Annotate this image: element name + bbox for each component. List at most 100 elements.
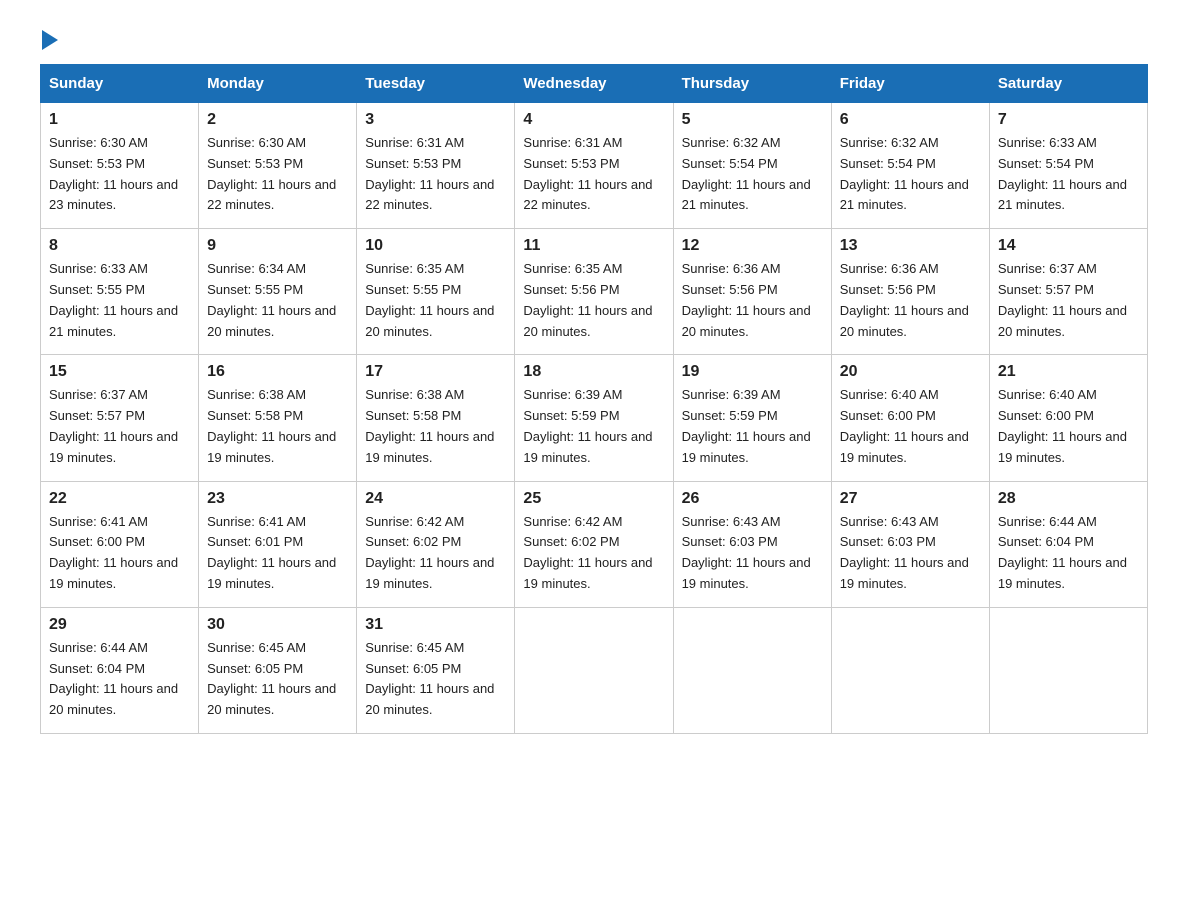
day-number: 3 [365, 111, 506, 129]
day-number: 6 [840, 111, 981, 129]
calendar-cell: 1 Sunrise: 6:30 AMSunset: 5:53 PMDaylight… [41, 103, 199, 229]
calendar-week-row: 22 Sunrise: 6:41 AMSunset: 6:00 PMDayligh… [41, 481, 1148, 607]
day-number: 12 [682, 237, 823, 255]
day-number: 10 [365, 237, 506, 255]
calendar-cell: 28 Sunrise: 6:44 AMSunset: 6:04 PMDayligh… [989, 481, 1147, 607]
day-info: Sunrise: 6:37 AMSunset: 5:57 PMDaylight:… [49, 387, 178, 464]
day-info: Sunrise: 6:36 AMSunset: 5:56 PMDaylight:… [682, 261, 811, 338]
day-info: Sunrise: 6:41 AMSunset: 6:01 PMDaylight:… [207, 514, 336, 591]
day-number: 24 [365, 490, 506, 508]
calendar-cell [673, 607, 831, 733]
day-number: 5 [682, 111, 823, 129]
calendar-cell: 3 Sunrise: 6:31 AMSunset: 5:53 PMDaylight… [357, 103, 515, 229]
calendar-cell: 14 Sunrise: 6:37 AMSunset: 5:57 PMDayligh… [989, 229, 1147, 355]
calendar-week-row: 29Sunrise: 6:44 AMSunset: 6:04 PMDayligh… [41, 607, 1148, 733]
day-info: Sunrise: 6:35 AMSunset: 5:55 PMDaylight:… [365, 261, 494, 338]
calendar-week-row: 1 Sunrise: 6:30 AMSunset: 5:53 PMDaylight… [41, 103, 1148, 229]
calendar-cell: 29Sunrise: 6:44 AMSunset: 6:04 PMDayligh… [41, 607, 199, 733]
column-header-sunday: Sunday [41, 65, 199, 103]
day-info: Sunrise: 6:32 AMSunset: 5:54 PMDaylight:… [682, 135, 811, 212]
day-info: Sunrise: 6:34 AMSunset: 5:55 PMDaylight:… [207, 261, 336, 338]
day-info: Sunrise: 6:32 AMSunset: 5:54 PMDaylight:… [840, 135, 969, 212]
day-info: Sunrise: 6:36 AMSunset: 5:56 PMDaylight:… [840, 261, 969, 338]
calendar-cell: 6 Sunrise: 6:32 AMSunset: 5:54 PMDaylight… [831, 103, 989, 229]
day-info: Sunrise: 6:31 AMSunset: 5:53 PMDaylight:… [365, 135, 494, 212]
calendar-cell: 20Sunrise: 6:40 AMSunset: 6:00 PMDayligh… [831, 355, 989, 481]
day-number: 28 [998, 490, 1139, 508]
calendar-cell: 18Sunrise: 6:39 AMSunset: 5:59 PMDayligh… [515, 355, 673, 481]
calendar-cell: 22 Sunrise: 6:41 AMSunset: 6:00 PMDayligh… [41, 481, 199, 607]
day-number: 4 [523, 111, 664, 129]
column-header-friday: Friday [831, 65, 989, 103]
day-info: Sunrise: 6:39 AMSunset: 5:59 PMDaylight:… [682, 387, 811, 464]
day-number: 7 [998, 111, 1139, 129]
calendar-cell [515, 607, 673, 733]
day-number: 9 [207, 237, 348, 255]
calendar-cell: 2Sunrise: 6:30 AMSunset: 5:53 PMDaylight… [199, 103, 357, 229]
column-header-wednesday: Wednesday [515, 65, 673, 103]
day-info: Sunrise: 6:40 AMSunset: 6:00 PMDaylight:… [840, 387, 969, 464]
calendar-cell: 31Sunrise: 6:45 AMSunset: 6:05 PMDayligh… [357, 607, 515, 733]
day-info: Sunrise: 6:30 AMSunset: 5:53 PMDaylight:… [207, 135, 336, 212]
day-info: Sunrise: 6:38 AMSunset: 5:58 PMDaylight:… [207, 387, 336, 464]
calendar-cell [831, 607, 989, 733]
calendar-cell: 12 Sunrise: 6:36 AMSunset: 5:56 PMDayligh… [673, 229, 831, 355]
calendar-cell: 13 Sunrise: 6:36 AMSunset: 5:56 PMDayligh… [831, 229, 989, 355]
logo [40, 30, 58, 44]
day-number: 23 [207, 490, 348, 508]
day-number: 22 [49, 490, 190, 508]
column-header-monday: Monday [199, 65, 357, 103]
calendar-cell: 8 Sunrise: 6:33 AMSunset: 5:55 PMDaylight… [41, 229, 199, 355]
day-number: 1 [49, 111, 190, 129]
day-info: Sunrise: 6:31 AMSunset: 5:53 PMDaylight:… [523, 135, 652, 212]
day-info: Sunrise: 6:35 AMSunset: 5:56 PMDaylight:… [523, 261, 652, 338]
day-info: Sunrise: 6:41 AMSunset: 6:00 PMDaylight:… [49, 514, 178, 591]
calendar-cell: 7 Sunrise: 6:33 AMSunset: 5:54 PMDaylight… [989, 103, 1147, 229]
calendar-cell: 24 Sunrise: 6:42 AMSunset: 6:02 PMDayligh… [357, 481, 515, 607]
calendar-header-row: SundayMondayTuesdayWednesdayThursdayFrid… [41, 65, 1148, 103]
calendar-week-row: 15 Sunrise: 6:37 AMSunset: 5:57 PMDayligh… [41, 355, 1148, 481]
day-info: Sunrise: 6:44 AMSunset: 6:04 PMDaylight:… [49, 640, 178, 717]
day-info: Sunrise: 6:45 AMSunset: 6:05 PMDaylight:… [365, 640, 494, 717]
calendar-cell: 9 Sunrise: 6:34 AMSunset: 5:55 PMDaylight… [199, 229, 357, 355]
day-number: 13 [840, 237, 981, 255]
day-info: Sunrise: 6:33 AMSunset: 5:54 PMDaylight:… [998, 135, 1127, 212]
calendar-table: SundayMondayTuesdayWednesdayThursdayFrid… [40, 64, 1148, 734]
calendar-cell: 17 Sunrise: 6:38 AMSunset: 5:58 PMDayligh… [357, 355, 515, 481]
day-info: Sunrise: 6:42 AMSunset: 6:02 PMDaylight:… [365, 514, 494, 591]
day-info: Sunrise: 6:37 AMSunset: 5:57 PMDaylight:… [998, 261, 1127, 338]
day-info: Sunrise: 6:38 AMSunset: 5:58 PMDaylight:… [365, 387, 494, 464]
calendar-cell: 21 Sunrise: 6:40 AMSunset: 6:00 PMDayligh… [989, 355, 1147, 481]
day-number: 15 [49, 363, 190, 381]
day-number: 26 [682, 490, 823, 508]
day-info: Sunrise: 6:30 AMSunset: 5:53 PMDaylight:… [49, 135, 178, 212]
day-number: 14 [998, 237, 1139, 255]
column-header-thursday: Thursday [673, 65, 831, 103]
day-info: Sunrise: 6:44 AMSunset: 6:04 PMDaylight:… [998, 514, 1127, 591]
calendar-cell: 30Sunrise: 6:45 AMSunset: 6:05 PMDayligh… [199, 607, 357, 733]
day-number: 11 [523, 237, 664, 255]
calendar-cell: 25 Sunrise: 6:42 AMSunset: 6:02 PMDayligh… [515, 481, 673, 607]
calendar-cell: 4 Sunrise: 6:31 AMSunset: 5:53 PMDaylight… [515, 103, 673, 229]
column-header-saturday: Saturday [989, 65, 1147, 103]
day-number: 16 [207, 363, 348, 381]
page-header [40, 30, 1148, 44]
calendar-cell: 10 Sunrise: 6:35 AMSunset: 5:55 PMDayligh… [357, 229, 515, 355]
calendar-cell: 27Sunrise: 6:43 AMSunset: 6:03 PMDayligh… [831, 481, 989, 607]
day-info: Sunrise: 6:40 AMSunset: 6:00 PMDaylight:… [998, 387, 1127, 464]
day-info: Sunrise: 6:33 AMSunset: 5:55 PMDaylight:… [49, 261, 178, 338]
day-number: 17 [365, 363, 506, 381]
day-number: 8 [49, 237, 190, 255]
day-info: Sunrise: 6:42 AMSunset: 6:02 PMDaylight:… [523, 514, 652, 591]
calendar-week-row: 8 Sunrise: 6:33 AMSunset: 5:55 PMDaylight… [41, 229, 1148, 355]
calendar-cell: 11 Sunrise: 6:35 AMSunset: 5:56 PMDayligh… [515, 229, 673, 355]
calendar-cell: 15 Sunrise: 6:37 AMSunset: 5:57 PMDayligh… [41, 355, 199, 481]
calendar-cell: 5 Sunrise: 6:32 AMSunset: 5:54 PMDaylight… [673, 103, 831, 229]
day-number: 25 [523, 490, 664, 508]
calendar-cell [989, 607, 1147, 733]
day-number: 19 [682, 363, 823, 381]
calendar-cell: 23 Sunrise: 6:41 AMSunset: 6:01 PMDayligh… [199, 481, 357, 607]
day-number: 21 [998, 363, 1139, 381]
day-number: 27 [840, 490, 981, 508]
day-info: Sunrise: 6:43 AMSunset: 6:03 PMDaylight:… [682, 514, 811, 591]
